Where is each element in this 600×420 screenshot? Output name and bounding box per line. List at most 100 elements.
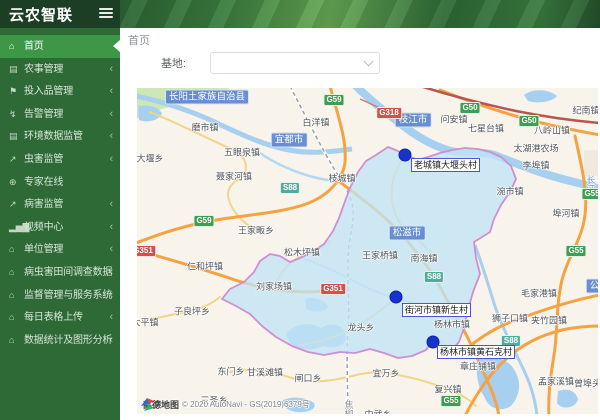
road-badge: G50 (459, 102, 481, 114)
map-marker-label: 街河市镇新生村 (402, 303, 472, 317)
map-town-label: 曾埠头乡 (573, 378, 598, 389)
lightning-icon: ↯ (9, 108, 17, 119)
map-town-label: 狮子口镇 (491, 313, 529, 324)
chevron-left-icon: ‹ (109, 311, 114, 324)
map-city-label: 松滋市 (388, 225, 426, 241)
folder-icon: ▤ (9, 131, 18, 142)
breadcrumb: 首页 (128, 35, 150, 47)
map-town-label: 宜万乡 (372, 368, 400, 379)
sidebar-item-10[interactable]: ⌂ 单位管理 ‹ (0, 238, 120, 261)
map-town-label: 王家桥镇 (361, 250, 399, 261)
map-marker-label: 杨林市镇黄石克村 (437, 345, 516, 359)
map-town-label: 杨林市镇 (433, 319, 471, 330)
home-icon: ⌂ (9, 289, 15, 300)
home-icon: ⌂ (9, 244, 15, 255)
sidebar-item-label: 环境数据监管 (24, 131, 83, 143)
main-content: 首页 基地: 磨市镇 大堰乡 五眼泉镇 聂家河镇 王家畈乡 白洋镇 问安镇 七星… (120, 28, 600, 420)
chevron-left-icon: ‹ (109, 152, 114, 165)
road-badge: G351 (320, 283, 346, 295)
map-town-label: 白洋镇 (302, 117, 330, 128)
sidebar-item-12[interactable]: ⌂ 监督管理与服务系统 ‹ (0, 284, 120, 307)
map-town-label: 七星台镇 (467, 123, 505, 134)
chevron-left-icon: ‹ (109, 62, 114, 75)
sidebar-item-5[interactable]: ▤ 环境数据监管 ‹ (0, 125, 120, 148)
home-icon: ⌂ (9, 312, 15, 323)
sidebar-item-11[interactable]: ⌂ 病虫害田间调查数据 ‹ (0, 261, 120, 284)
chevron-left-icon: ‹ (109, 85, 114, 98)
chevron-left-icon: ‹ (109, 198, 114, 211)
sidebar-item-label: 农事管理 (24, 63, 64, 75)
map-town-label: 松木坪镇 (283, 247, 321, 258)
map-town-label: 龙头乡 (347, 322, 375, 333)
map-town-label: 李埠镇 (522, 160, 550, 171)
road-badge: G318 (376, 107, 402, 119)
map-town-label: 夹竹园镇 (530, 315, 568, 326)
map-town-label: 复兴镇 (434, 384, 462, 395)
map-town-label: 磨市镇 (191, 122, 219, 133)
map-marker-label: 老城镇大堰头村 (411, 158, 481, 172)
map-city-label: 长阳土家族自治县 (164, 89, 250, 105)
map-town-label: 纪南镇 (572, 105, 598, 116)
app-header: 云农智联 (0, 0, 600, 28)
map-town-label: 甘溪滩镇 (246, 367, 284, 378)
map-town-label: 章庄铺镇 (459, 361, 497, 372)
map-city-label: 宜都市 (270, 132, 308, 148)
sidebar-item-1[interactable]: ⌂ 首页 (0, 35, 120, 58)
map-town-label: 五眼泉镇 (223, 147, 261, 158)
map-marker-dot[interactable] (389, 290, 403, 304)
sidebar-item-label: 告警管理 (24, 108, 64, 120)
sidebar-item-14[interactable]: ⌂ 数据统计及图形分析 ‹ (0, 329, 120, 352)
map-town-label: 子良坪乡 (173, 306, 211, 317)
chevron-left-icon: ‹ (109, 265, 114, 278)
map-town-label: 涴市镇 (496, 186, 524, 197)
sidebar-nav: ⌂ 首页 ▤ 农事管理 ‹ ⚑ 投入品管理 ‹ ↯ 告警管理 ‹ ▤ 环境数据监管 ‹ ↗ 虫害监管 ‹ ⊕ 专家在… (0, 28, 120, 420)
base-select-label: 基地: (160, 58, 186, 70)
sidebar-item-7[interactable]: ⊕ 专家在线 (0, 171, 120, 194)
home-icon: ⌂ (9, 266, 15, 277)
globe-icon: ⊕ (9, 176, 17, 187)
chevron-down-icon (363, 56, 374, 67)
map-town-label: 埠河镇 (552, 208, 580, 219)
sidebar-item-label: 单位管理 (24, 244, 64, 256)
road-badge: G59 (193, 215, 215, 227)
sidebar-item-9[interactable]: ▂▅▇视频中心 ‹ (0, 216, 120, 239)
map-town-label: 八岭山镇 (533, 125, 571, 136)
map-marker-dot[interactable] (398, 148, 412, 162)
map-town-label: 东门乡 (217, 366, 245, 377)
map-town-label: 刘家场镇 (255, 281, 293, 292)
sidebar-item-6[interactable]: ↗ 虫害监管 ‹ (0, 148, 120, 171)
map-town-label: 中武乡 (364, 408, 391, 415)
hamburger-menu-icon[interactable] (99, 8, 113, 20)
sidebar-item-2[interactable]: ▤ 农事管理 ‹ (0, 58, 120, 81)
base-select[interactable] (210, 52, 380, 74)
map-copyright: © 2020 AutoNavi - GS(2019)6379号 (182, 400, 310, 409)
sidebar-item-label: 首页 (24, 41, 44, 52)
map-town-label: 王家畈乡 (237, 225, 275, 236)
sidebar-item-4[interactable]: ↯ 告警管理 ‹ (0, 103, 120, 126)
chevron-left-icon: ‹ (109, 243, 114, 256)
sidebar-item-8[interactable]: ↗ 病害监管 ‹ (0, 193, 120, 216)
pin-icon: ↗ (9, 153, 17, 164)
map-town-label: 大堰乡 (137, 153, 164, 164)
sidebar-item-label: 病虫害田间调查数据 (24, 266, 113, 278)
map-town-label: 孟家溪镇 (537, 376, 575, 387)
chevron-left-icon: ‹ (109, 130, 114, 143)
sidebar-item-label: 数据统计及图形分析 (24, 334, 113, 346)
sidebar-item-label: 专家在线 (24, 176, 64, 188)
road-badge: S88 (279, 182, 301, 194)
pin-icon: ↗ (9, 199, 17, 210)
sidebar-item-label: 每日表格上传 (24, 312, 83, 324)
sidebar-item-13[interactable]: ⌂ 每日表格上传 ‹ (0, 306, 120, 329)
app-title: 云农智联 (9, 7, 74, 24)
map-town-label: 聂家河镇 (215, 171, 253, 182)
map-town-label: 问安镇 (440, 114, 468, 125)
map-town-label: 焦柳铁路 (343, 400, 356, 414)
map-city-label: 公安县 (585, 278, 598, 294)
sidebar-item-3[interactable]: ⚑ 投入品管理 ‹ (0, 80, 120, 103)
map-town-label: 南海镇 (410, 253, 438, 264)
map-canvas[interactable]: 磨市镇 大堰乡 五眼泉镇 聂家河镇 王家畈乡 白洋镇 问安镇 七星台镇 八岭山镇 纪南镇 太湖港农场… (137, 88, 598, 414)
chevron-left-icon: ‹ (109, 107, 114, 120)
sidebar-item-label: 视频中心 (24, 221, 64, 233)
road-badge: G55 (581, 188, 598, 200)
map-town-label: 毛家港镇 (520, 288, 558, 299)
